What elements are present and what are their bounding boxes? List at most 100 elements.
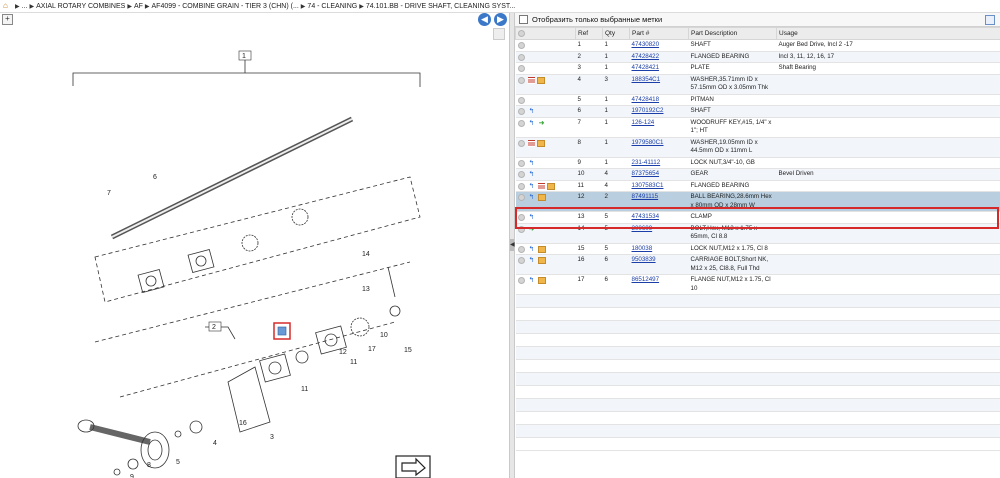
home-icon[interactable]: ⌂: [3, 2, 11, 10]
row-select-icon[interactable]: [517, 214, 525, 221]
row-select-icon[interactable]: [517, 76, 525, 84]
row-select-icon[interactable]: [517, 171, 525, 178]
callout-17[interactable]: 17: [368, 346, 376, 353]
callout-11[interactable]: 11: [301, 386, 308, 393]
table-row[interactable]: ↰ 6 1 1970192C2 SHAFT: [515, 105, 1000, 118]
callout-6[interactable]: 6: [153, 174, 157, 181]
breadcrumb-item[interactable]: ...: [22, 3, 28, 10]
part-number-link[interactable]: 1307583C1: [632, 182, 664, 189]
part-number-link[interactable]: 126-124: [632, 119, 655, 126]
row-select-icon[interactable]: [517, 53, 525, 61]
table-row[interactable]: ↰ 12 2 87491115 BALL BEARING,28.6mm Hex x 80…: [515, 191, 1000, 212]
info-arrow-icon[interactable]: ↰: [528, 214, 536, 221]
info-arrow-icon[interactable]: ↰: [528, 160, 536, 167]
row-select-icon[interactable]: [517, 225, 525, 233]
column-header-description[interactable]: Part Description: [688, 27, 777, 40]
breadcrumb-item[interactable]: 74.101.BB - DRIVE SHAFT, CLEANING SYST..…: [366, 3, 515, 10]
column-header-ref[interactable]: Ref: [575, 27, 603, 40]
row-select-icon[interactable]: [517, 257, 525, 264]
notes-list-icon[interactable]: [537, 182, 545, 190]
notes-list-icon[interactable]: [527, 76, 535, 84]
part-number-link[interactable]: 1979580C1: [632, 139, 664, 146]
callout-10[interactable]: 10: [380, 332, 388, 339]
table-row[interactable]: ↰ 10 4 87375654 GEAR Bevel Driven: [515, 168, 1000, 181]
part-number-link[interactable]: 47428418: [632, 96, 660, 103]
table-row[interactable]: 8 1 1979580C1 WASHER,19.05mm ID x 44.5mm OD…: [515, 137, 1000, 158]
info-arrow-icon[interactable]: ↰: [528, 108, 536, 115]
substitute-arrow-icon[interactable]: ➜: [538, 120, 546, 127]
column-header-usage[interactable]: Usage: [776, 27, 1000, 40]
row-select-icon[interactable]: [517, 42, 525, 49]
part-number-link[interactable]: 231-41112: [632, 159, 661, 166]
breadcrumb-item[interactable]: AXIAL ROTARY COMBINES: [36, 3, 125, 10]
breadcrumb-item[interactable]: AF: [134, 3, 143, 10]
splitter-collapse-icon[interactable]: ◀: [510, 239, 515, 251]
package-icon[interactable]: [546, 182, 555, 190]
column-header-part[interactable]: Part #: [629, 27, 689, 40]
callout-15[interactable]: 15: [404, 347, 412, 354]
info-arrow-icon[interactable]: ↰: [528, 246, 536, 253]
info-arrow-icon[interactable]: ↰: [528, 171, 536, 178]
part-number-link[interactable]: 180038: [632, 245, 653, 252]
row-select-icon[interactable]: [517, 119, 525, 127]
table-row[interactable]: 2 1 47428422 FLANGED BEARING Incl 3, 11, 12,…: [515, 51, 1000, 63]
row-select-icon[interactable]: [517, 65, 525, 72]
part-number-link[interactable]: 9503839: [632, 256, 656, 263]
table-row[interactable]: 4 3 188354C1 WASHER,35.71mm ID x 57.15mm OD…: [515, 74, 1000, 95]
table-row[interactable]: ↰ 17 6 86512497 FLANGE NUT,M12 x 1.75, Cl 10: [515, 274, 1000, 295]
info-arrow-icon[interactable]: ↰: [528, 183, 536, 190]
package-icon[interactable]: [537, 277, 546, 284]
package-icon[interactable]: [537, 257, 546, 264]
breadcrumb-item[interactable]: 74 - CLEANING: [307, 3, 357, 10]
row-select-icon[interactable]: [517, 277, 525, 284]
table-row[interactable]: ↰ 11 4 1307583C1 FLANGED BEARING: [515, 180, 1000, 192]
callout-5[interactable]: 5: [176, 459, 180, 466]
select-all-icon[interactable]: [518, 30, 525, 37]
export-icon[interactable]: [985, 15, 995, 25]
part-number-link[interactable]: 47430820: [632, 41, 660, 48]
part-number-link[interactable]: 47428421: [632, 64, 660, 71]
callout-12[interactable]: 12: [339, 349, 347, 356]
callout-2[interactable]: 2: [212, 324, 216, 331]
row-select-icon[interactable]: [517, 194, 525, 201]
row-select-icon[interactable]: [517, 108, 525, 115]
part-number-link[interactable]: 87375654: [632, 170, 660, 177]
table-row[interactable]: ↰ 15 5 180038 LOCK NUT,M12 x 1.75, Cl 8: [515, 243, 1000, 255]
part-number-link[interactable]: 47431534: [632, 213, 660, 220]
callout-7[interactable]: 7: [107, 190, 111, 197]
package-icon[interactable]: [537, 245, 546, 253]
column-header-qty[interactable]: Qty: [602, 27, 630, 40]
table-row[interactable]: 3 1 47428421 PLATE Shaft Bearing: [515, 62, 1000, 75]
package-icon[interactable]: [537, 194, 546, 201]
show-selected-only-checkbox[interactable]: [519, 15, 528, 24]
callout-11[interactable]: 11: [350, 359, 357, 366]
callout-16[interactable]: 16: [239, 420, 247, 427]
part-number-link[interactable]: 188354C1: [632, 76, 661, 83]
table-row[interactable]: 1 1 47430820 SHAFT Auger Bed Drive, Incl 2 -…: [515, 39, 1000, 52]
arrow-right-icon[interactable]: ▶: [494, 13, 507, 26]
substitute-arrow-icon[interactable]: ➜: [528, 226, 536, 233]
column-header-icons[interactable]: [515, 27, 576, 40]
info-arrow-icon[interactable]: ↰: [528, 120, 536, 127]
part-number-link[interactable]: 300609: [632, 225, 653, 232]
table-row[interactable]: ↰ 16 6 9503839 CARRIAGE BOLT,Short NK, M12 x…: [515, 254, 1000, 275]
table-row[interactable]: ↰ 13 5 47431534 CLAMP: [515, 211, 1000, 224]
info-arrow-icon[interactable]: ↰: [528, 277, 536, 284]
part-number-link[interactable]: 47428422: [632, 53, 660, 60]
callout-4[interactable]: 4: [213, 440, 217, 447]
callout-14[interactable]: 14: [362, 251, 370, 258]
callout-13[interactable]: 13: [362, 286, 370, 293]
notes-list-icon[interactable]: [527, 139, 535, 147]
selected-part-icon[interactable]: [277, 326, 287, 336]
row-select-icon[interactable]: [517, 139, 525, 147]
callout-3[interactable]: 3: [270, 434, 274, 441]
return-arrow-icon[interactable]: [395, 455, 431, 478]
package-icon[interactable]: [536, 76, 545, 84]
table-row[interactable]: 5 1 47428418 PITMAN: [515, 94, 1000, 106]
package-icon[interactable]: [536, 139, 545, 147]
row-select-icon[interactable]: [517, 159, 525, 167]
row-select-icon[interactable]: [517, 245, 525, 253]
row-select-icon[interactable]: [517, 182, 525, 190]
callout-1[interactable]: 1: [242, 53, 246, 60]
callout-9[interactable]: 9: [130, 474, 134, 478]
